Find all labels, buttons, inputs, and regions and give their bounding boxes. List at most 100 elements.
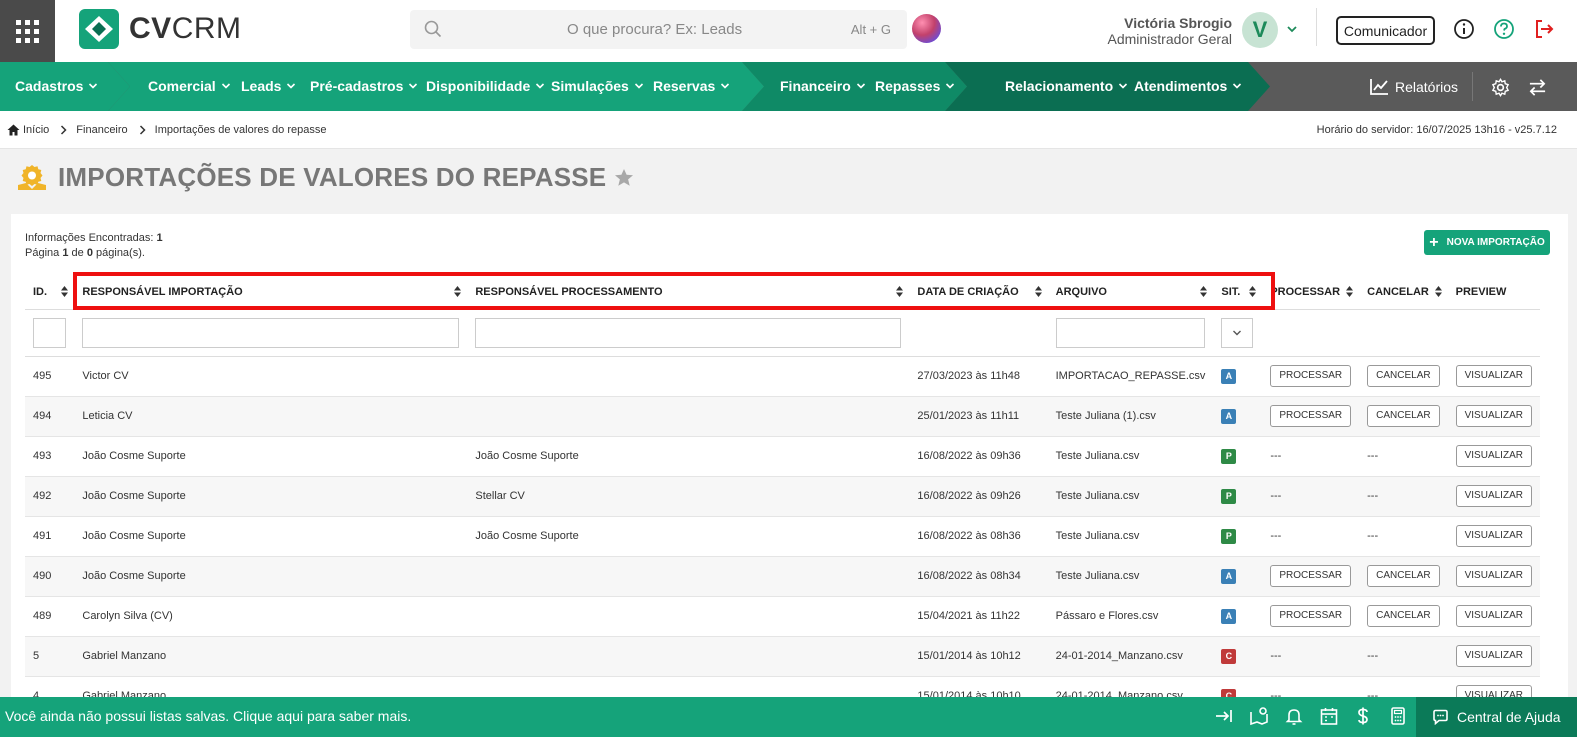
nav-atendimentos[interactable]: Atendimentos (1134, 78, 1242, 94)
search-input[interactable] (410, 10, 907, 49)
gear-icon[interactable] (1491, 78, 1510, 97)
top-header: CVCRM Alt + G Victória Sbrogio Administr… (0, 0, 1577, 62)
nav-financeiro[interactable]: Financeiro (780, 78, 866, 94)
col-sit[interactable]: SIT. (1213, 276, 1263, 310)
cell-resp-proc (467, 356, 910, 397)
col-resp-importacao[interactable]: RESPONSÁVEL IMPORTAÇÃO (74, 276, 468, 310)
resp_import-text: João Cosme Suporte (82, 450, 186, 462)
user-role: Administrador Geral (1107, 31, 1233, 47)
cancel-button[interactable]: CANCELAR (1367, 565, 1440, 587)
arquivo-text: IMPORTACAO_REPASSE.csv (1055, 370, 1206, 382)
nav-relatorios[interactable]: Relatórios (1370, 78, 1458, 95)
breadcrumb-bar: Início Financeiro Importações de valores… (0, 111, 1577, 149)
cell-data: 16/08/2022 às 08h34 (909, 556, 1048, 597)
id-text: 493 (33, 450, 52, 462)
processar-empty: --- (1270, 490, 1282, 502)
preview-button[interactable]: VISUALIZAR (1455, 365, 1532, 387)
filter-sit-select[interactable] (1221, 317, 1254, 348)
favorite-star-icon[interactable] (614, 168, 634, 187)
breadcrumb-inicio[interactable]: Início (23, 124, 49, 136)
cell-arquivo: Pássaro e Flores.csv (1047, 596, 1214, 637)
sort-icon (1434, 286, 1442, 297)
status-badge: A (1221, 568, 1237, 584)
cell-cancelar: --- (1359, 516, 1448, 557)
status-badge: A (1221, 408, 1237, 424)
cancel-button[interactable]: CANCELAR (1367, 365, 1440, 387)
cell-processar: PROCESSAR (1262, 596, 1360, 637)
cell-data: 16/08/2022 às 09h36 (909, 436, 1048, 477)
global-search: Alt + G (410, 10, 907, 49)
cell-preview: VISUALIZAR (1447, 516, 1540, 557)
nav-comercial[interactable]: Comercial (148, 78, 231, 94)
process-button[interactable]: PROCESSAR (1270, 405, 1352, 427)
help-icon[interactable] (1493, 18, 1515, 40)
collapse-icon[interactable] (1214, 706, 1234, 726)
resp_import-text: João Cosme Suporte (82, 490, 186, 502)
col-cancelar[interactable]: CANCELAR (1359, 276, 1448, 310)
col-processar[interactable]: PROCESSAR (1262, 276, 1360, 310)
nav-pre-cadastros[interactable]: Pré-cadastros (310, 78, 418, 94)
map-pin-icon[interactable] (1249, 706, 1269, 726)
status-badge: C (1221, 648, 1237, 664)
status-badge: A (1221, 608, 1237, 624)
swap-icon[interactable] (1528, 78, 1547, 97)
col-resp-processamento[interactable]: RESPONSÁVEL PROCESSAMENTO (467, 276, 910, 310)
main-nav: Cadastros Comercial Leads Pré-cadastros … (0, 62, 1577, 111)
filter-resp-importacao-input[interactable] (82, 317, 460, 348)
cell-data: 25/01/2023 às 11h11 (909, 396, 1048, 437)
resp_import-text: Gabriel Manzano (82, 650, 167, 662)
sort-icon (1034, 286, 1042, 297)
preview-button[interactable]: VISUALIZAR (1455, 605, 1532, 627)
saved-lists-message[interactable]: Você ainda não possui listas salvas. Cli… (5, 708, 411, 724)
help-center-button[interactable]: Central de Ajuda (1416, 697, 1577, 737)
process-button[interactable]: PROCESSAR (1270, 605, 1352, 627)
user-info[interactable]: Victória Sbrogio Administrador Geral (1108, 15, 1233, 47)
dollar-icon[interactable] (1353, 706, 1373, 726)
col-data-criacao[interactable]: DATA DE CRIAÇÃO (909, 276, 1048, 310)
nav-leads[interactable]: Leads (241, 78, 296, 94)
cancel-button[interactable]: CANCELAR (1367, 605, 1440, 627)
preview-button[interactable]: VISUALIZAR (1455, 525, 1532, 547)
calculator-icon[interactable] (1388, 706, 1408, 726)
nav-repasses[interactable]: Repasses (875, 78, 955, 94)
nav-disponibilidade[interactable]: Disponibilidade (426, 78, 545, 94)
col-id[interactable]: ID. (25, 276, 75, 310)
bell-icon[interactable] (1284, 706, 1304, 726)
breadcrumb-financeiro[interactable]: Financeiro (76, 124, 127, 136)
cancel-button[interactable]: CANCELAR (1367, 405, 1440, 427)
calendar-icon[interactable] (1319, 706, 1339, 726)
ai-assistant-icon[interactable] (912, 14, 941, 43)
nav-reservas[interactable]: Reservas (653, 78, 730, 94)
col-arquivo[interactable]: ARQUIVO (1047, 276, 1214, 310)
preview-button[interactable]: VISUALIZAR (1455, 645, 1532, 667)
divider (1316, 8, 1317, 46)
preview-button[interactable]: VISUALIZAR (1455, 565, 1532, 587)
preview-button[interactable]: VISUALIZAR (1455, 405, 1532, 427)
nav-simulacoes[interactable]: Simulações (551, 78, 644, 94)
sort-icon (61, 286, 69, 297)
chevron-down-icon[interactable] (1286, 23, 1298, 35)
logout-icon[interactable] (1533, 18, 1555, 40)
breadcrumb: Início Financeiro Importações de valores… (7, 124, 326, 136)
nav-relacionamento[interactable]: Relacionamento (1005, 78, 1128, 94)
preview-button[interactable]: VISUALIZAR (1455, 445, 1532, 467)
apps-grid-icon[interactable] (0, 0, 55, 62)
process-button[interactable]: PROCESSAR (1270, 365, 1352, 387)
logo[interactable]: CVCRM (79, 9, 242, 49)
data-text: 16/08/2022 às 08h34 (917, 570, 1021, 582)
filter-id-input[interactable] (33, 317, 67, 348)
cell-id: 489 (25, 596, 75, 637)
nav-cadastros[interactable]: Cadastros (15, 78, 98, 94)
new-import-button[interactable]: + NOVA IMPORTAÇÃO (1424, 230, 1550, 255)
id-text: 495 (33, 370, 52, 382)
filter-arquivo-input[interactable] (1055, 317, 1206, 348)
filter-resp-processamento-input[interactable] (475, 317, 902, 348)
avatar[interactable]: V (1242, 12, 1278, 48)
comunicador-button[interactable]: Comunicador (1336, 16, 1435, 45)
info-icon[interactable] (1453, 18, 1475, 40)
process-button[interactable]: PROCESSAR (1270, 565, 1352, 587)
data-text: 27/03/2023 às 11h48 (917, 370, 1020, 382)
preview-button[interactable]: VISUALIZAR (1455, 485, 1532, 507)
cell-resp-import: Victor CV (74, 356, 468, 397)
arquivo-text: Teste Juliana.csv (1055, 570, 1140, 582)
